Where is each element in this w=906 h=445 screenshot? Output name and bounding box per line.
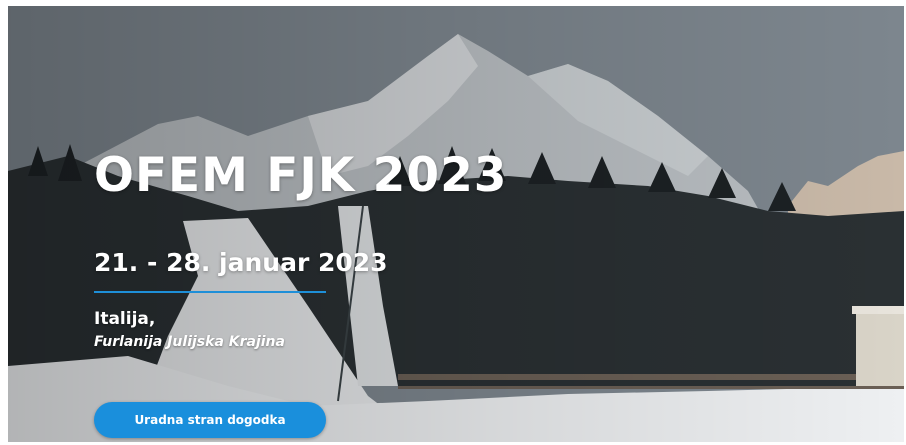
event-dates: 21. - 28. januar 2023 [94, 248, 388, 277]
hero-overlay [8, 6, 904, 442]
event-title: OFEM FJK 2023 [94, 148, 508, 203]
event-region: Furlanija Julijska Krajina [94, 334, 285, 350]
accent-divider [94, 291, 326, 293]
event-country: Italija, [94, 309, 156, 329]
hero-banner [8, 6, 904, 442]
official-event-page-button[interactable]: Uradna stran dogodka [94, 402, 326, 438]
